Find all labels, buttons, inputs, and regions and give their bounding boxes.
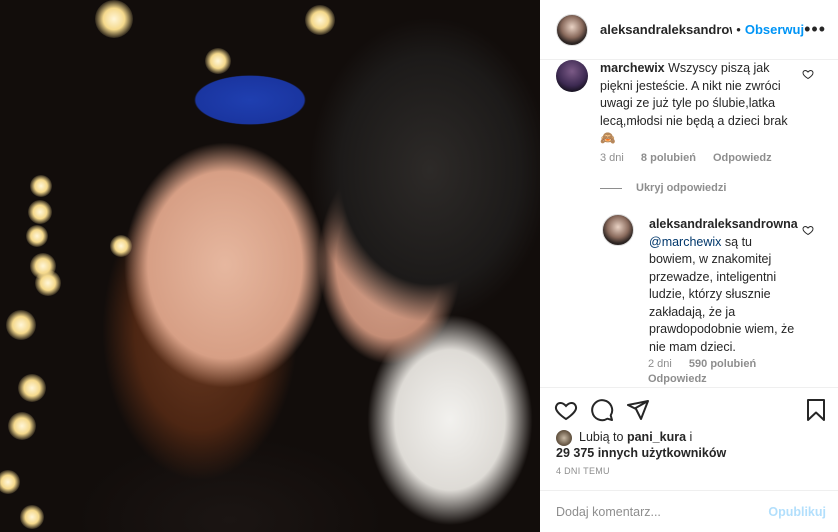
more-icon[interactable]: ••• bbox=[804, 19, 826, 40]
bokeh-light bbox=[8, 412, 36, 440]
instagram-post: aleksandraleksandrowı • Obserwuj ••• mar… bbox=[0, 0, 838, 532]
add-comment-bar: Dodaj komentarz... Opublikuj bbox=[540, 490, 838, 532]
likes-suffix: i bbox=[689, 430, 693, 444]
post-comment-button[interactable]: Opublikuj bbox=[768, 505, 826, 519]
reply-avatar[interactable] bbox=[602, 214, 634, 246]
reply-text: aleksandraleksandrowna @marchewix są tu … bbox=[649, 216, 799, 356]
comment-username[interactable]: marchewix bbox=[600, 61, 665, 75]
bookmark-icon[interactable] bbox=[804, 398, 828, 422]
comment-icon[interactable] bbox=[590, 398, 614, 422]
reply-meta: 2 dni 590 polubień Odpowiedz bbox=[648, 357, 770, 387]
reply-likes[interactable]: 590 polubień bbox=[689, 358, 756, 370]
comment-likes[interactable]: 8 polubień bbox=[641, 152, 696, 164]
reply-mention[interactable]: @marchewix bbox=[649, 235, 721, 249]
post-date[interactable]: 4 DNI TEMU bbox=[556, 466, 610, 476]
bokeh-light bbox=[20, 505, 44, 529]
heart-icon[interactable] bbox=[554, 398, 578, 422]
reply-body: są tu bowiem, w znakomitej przewadze, in… bbox=[649, 234, 795, 354]
comment-input[interactable]: Dodaj komentarz... bbox=[556, 505, 661, 519]
follow-button[interactable]: Obserwuj bbox=[745, 22, 804, 37]
replies-line bbox=[600, 188, 622, 189]
likes-count[interactable]: 29 375 innych użytkowników bbox=[556, 446, 726, 460]
heart-icon[interactable] bbox=[802, 224, 814, 236]
comment-meta: 3 dni 8 polubień Odpowiedz bbox=[600, 152, 786, 164]
bokeh-light bbox=[110, 235, 132, 257]
bokeh-light bbox=[35, 270, 61, 296]
bokeh-light bbox=[30, 175, 52, 197]
hide-replies-button[interactable]: Ukryj odpowiedzi bbox=[636, 182, 726, 194]
commenter-avatar[interactable] bbox=[556, 60, 588, 92]
reply-age: 2 dni bbox=[648, 358, 672, 370]
heart-icon[interactable] bbox=[802, 68, 814, 80]
reply-button[interactable]: Odpowiedz bbox=[713, 152, 772, 164]
liker-avatar[interactable] bbox=[556, 430, 572, 446]
bokeh-light bbox=[28, 200, 52, 224]
author-username[interactable]: aleksandraleksandrowı bbox=[600, 22, 732, 37]
bokeh-light bbox=[95, 0, 133, 38]
separator-dot: • bbox=[736, 22, 741, 37]
bokeh-light bbox=[205, 48, 231, 74]
comment-age: 3 dni bbox=[600, 152, 624, 164]
post-header: aleksandraleksandrowı • Obserwuj ••• bbox=[540, 0, 838, 60]
avatar[interactable] bbox=[556, 13, 588, 46]
comment-text: marchewix Wszyscy piszą jak piękni jeste… bbox=[600, 60, 800, 148]
bokeh-light bbox=[26, 225, 48, 247]
liker-username[interactable]: pani_kura bbox=[627, 430, 686, 444]
bokeh-light bbox=[305, 5, 335, 35]
comments-section: marchewix Wszyscy piszą jak piękni jeste… bbox=[540, 60, 838, 388]
bokeh-light bbox=[0, 470, 20, 494]
reply-button[interactable]: Odpowiedz bbox=[648, 373, 707, 385]
bokeh-light bbox=[18, 374, 46, 402]
reply-username[interactable]: aleksandraleksandrowna bbox=[649, 217, 798, 231]
likes-prefix: Lubią to bbox=[579, 430, 624, 444]
likes-summary: Lubią to pani_kura i 29 375 innych użytk… bbox=[556, 429, 726, 461]
post-photo[interactable] bbox=[0, 0, 540, 532]
share-icon[interactable] bbox=[626, 398, 650, 422]
emoji: 🙈 bbox=[600, 131, 616, 145]
bokeh-light bbox=[6, 310, 36, 340]
